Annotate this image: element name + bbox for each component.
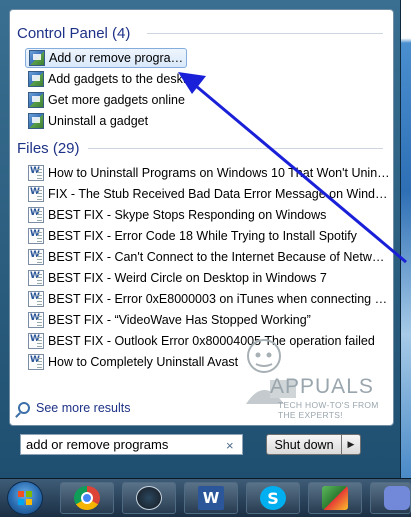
taskbar-skype[interactable]: S — [246, 482, 300, 514]
download-manager-icon — [322, 486, 348, 510]
chrome-icon — [74, 486, 100, 510]
taskbar: W S — [0, 478, 411, 517]
discord-icon — [384, 486, 410, 510]
taskbar-discord[interactable] — [370, 482, 411, 514]
taskbar-steam[interactable] — [122, 482, 176, 514]
start-button[interactable] — [7, 481, 43, 515]
steam-icon — [136, 486, 162, 510]
taskbar-word[interactable]: W — [184, 482, 238, 514]
taskbar-download-manager[interactable] — [308, 482, 362, 514]
annotation-arrow — [178, 72, 407, 264]
taskbar-chrome[interactable] — [60, 482, 114, 514]
word-icon: W — [198, 486, 224, 510]
skype-icon: S — [260, 486, 286, 510]
